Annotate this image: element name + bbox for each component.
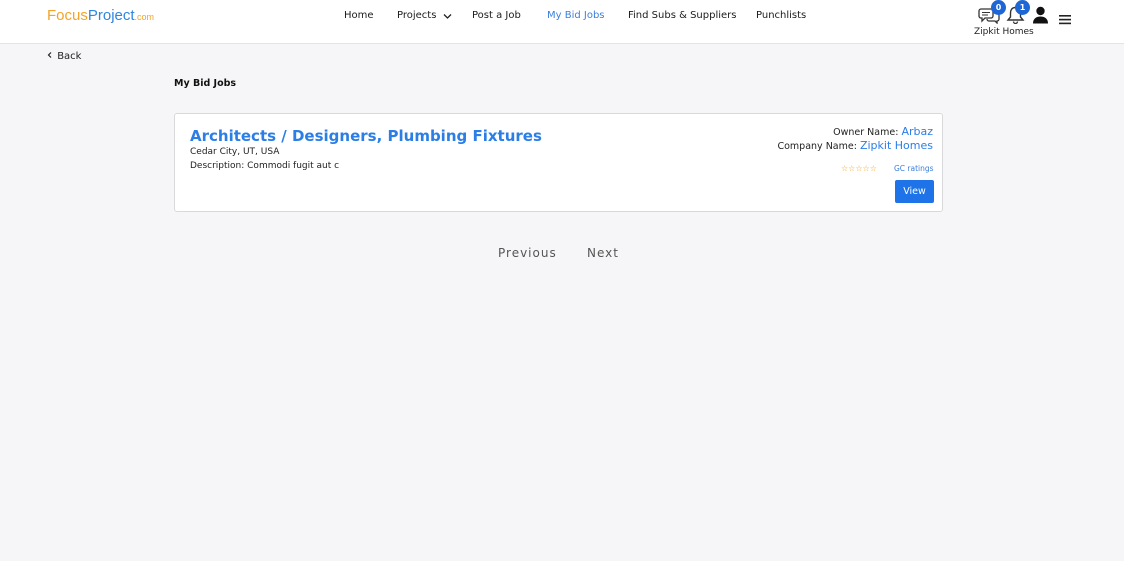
company-name-row: Company Name: Zipkit Homes [777,139,933,152]
profile-button[interactable] [1032,6,1049,28]
notifications-button[interactable]: 1 [1006,0,1030,28]
bid-job-card: Architects / Designers, Plumbing Fixture… [174,113,943,212]
nav-post-a-job[interactable]: Post a Job [472,10,521,21]
view-button[interactable]: View [895,180,934,203]
job-title-link[interactable]: Architects / Designers, Plumbing Fixture… [190,127,542,145]
nav-projects[interactable]: Projects [397,10,452,21]
nav-projects-label: Projects [397,10,437,21]
nav-punchlists[interactable]: Punchlists [756,10,806,21]
gc-ratings-link[interactable]: GC ratings [894,164,934,173]
rating-stars: ☆☆☆☆☆ [841,164,877,173]
previous-page-button[interactable]: Previous [498,246,557,260]
messages-count-badge: 0 [991,0,1006,15]
hamburger-menu-icon [1059,15,1071,25]
back-link[interactable]: Back [46,51,81,62]
owner-name-label: Owner Name: [833,127,899,138]
nav-home[interactable]: Home [344,10,374,21]
next-page-button[interactable]: Next [587,246,619,260]
main-menu-button[interactable] [1059,10,1071,29]
messages-button[interactable]: 0 [978,0,1006,28]
nav-my-bid-jobs[interactable]: My Bid Jobs [547,10,605,21]
notifications-count-badge: 1 [1015,0,1030,15]
logo-part-com: .com [134,12,155,22]
current-user-name: Zipkit Homes [974,27,1034,37]
logo-part-focus: Focus [47,7,88,24]
logo-part-project: Project [87,7,135,24]
company-name-label: Company Name: [777,141,857,152]
page-title: My Bid Jobs [174,78,237,89]
focusproject-logo[interactable]: FocusProject.com [47,8,154,25]
nav-find-subs-suppliers[interactable]: Find Subs & Suppliers [628,10,736,21]
chevron-down-icon [443,14,452,19]
chevron-left-icon [47,52,52,58]
job-description: Description: Commodi fugit aut c [190,161,340,171]
job-location: Cedar City, UT, USA [190,147,280,157]
user-icon [1033,6,1048,24]
company-name-value[interactable]: Zipkit Homes [860,139,933,152]
top-navbar: FocusProject.com Home Projects Post a Jo… [0,0,1124,44]
owner-name-row: Owner Name: Arbaz [833,125,933,138]
back-link-label: Back [57,51,82,62]
owner-name-value[interactable]: Arbaz [901,125,933,138]
